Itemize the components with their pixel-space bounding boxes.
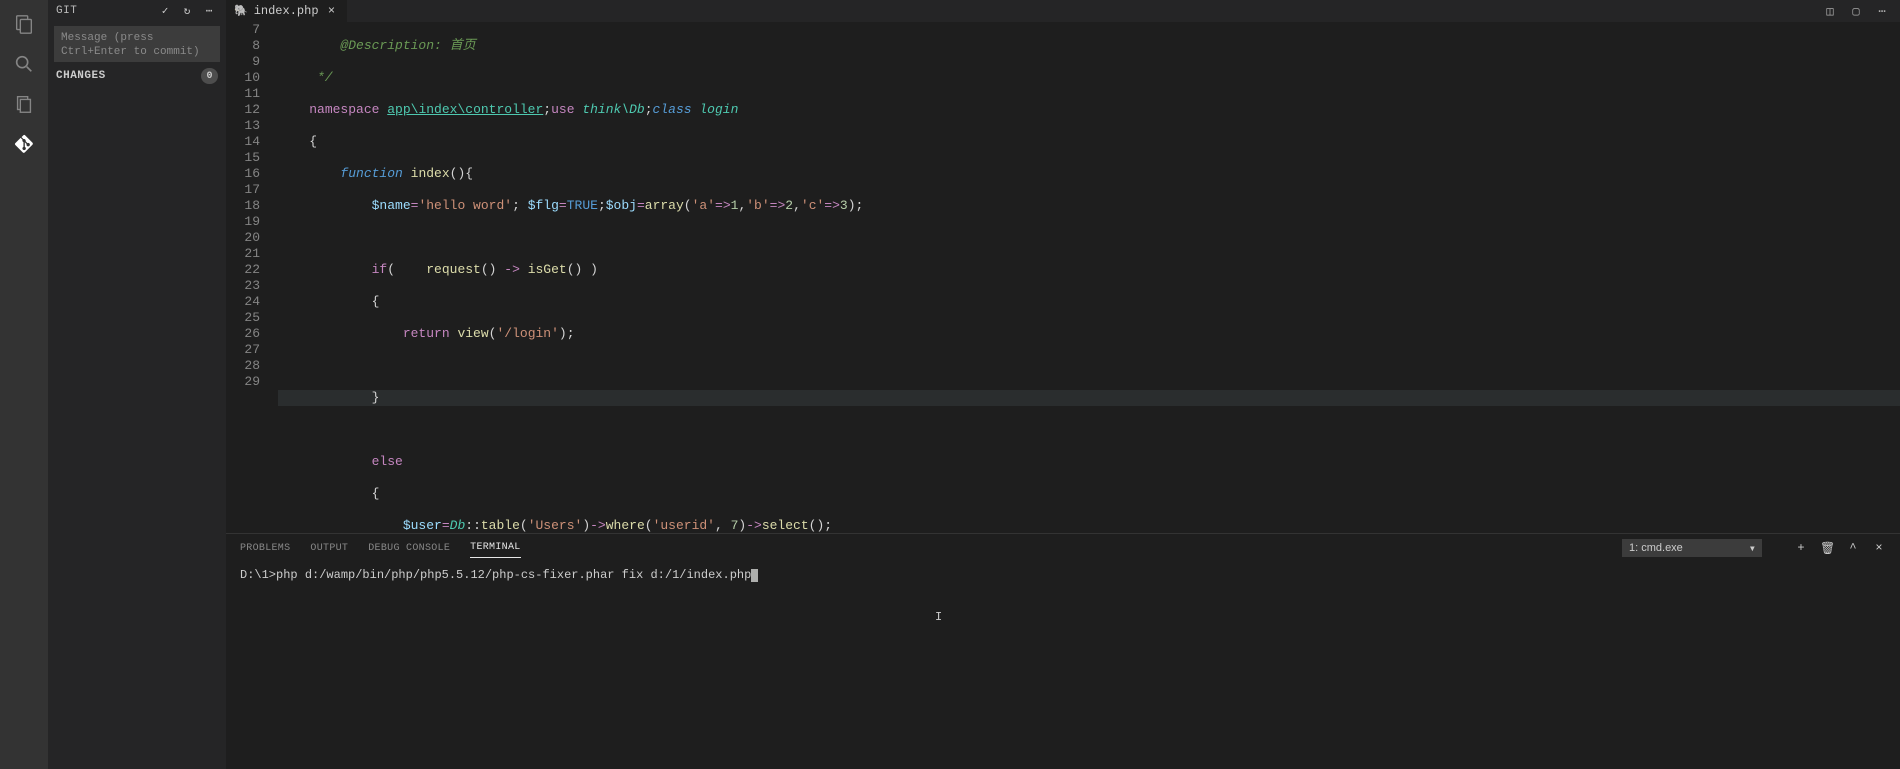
more-icon[interactable]: ⋯ (200, 2, 218, 20)
toggle-panel-icon[interactable]: ▢ (1848, 3, 1864, 19)
panel-tabbar: PROBLEMS OUTPUT DEBUG CONSOLE TERMINAL 1… (226, 534, 1900, 562)
editor-more-icon[interactable]: ⋯ (1874, 3, 1890, 19)
activity-docs-icon[interactable] (0, 84, 48, 124)
editor-tabs: 🐘 index.php × ◫ ▢ ⋯ (226, 0, 1900, 22)
close-icon[interactable]: × (325, 4, 339, 18)
tab-output[interactable]: OUTPUT (310, 539, 348, 558)
split-editor-icon[interactable]: ◫ (1822, 3, 1838, 19)
commit-message-input[interactable]: Message (press Ctrl+Enter to commit) (54, 26, 220, 62)
changes-section-header[interactable]: CHANGES 0 (48, 66, 226, 86)
new-terminal-icon[interactable]: + (1794, 541, 1808, 556)
editor-title-actions: ◫ ▢ ⋯ (1822, 3, 1900, 19)
tab-problems[interactable]: PROBLEMS (240, 539, 290, 558)
commit-check-icon[interactable]: ✓ (156, 2, 174, 20)
activity-git-icon[interactable] (0, 124, 48, 164)
code-content[interactable]: @Description: 首页 */ namespace app\index\… (278, 22, 1900, 533)
git-sidebar: GIT ✓ ↻ ⋯ Message (press Ctrl+Enter to c… (48, 0, 226, 769)
changes-label: CHANGES (56, 70, 201, 82)
tab-debug-console[interactable]: DEBUG CONSOLE (368, 539, 450, 558)
refresh-icon[interactable]: ↻ (178, 2, 196, 20)
activity-search-icon[interactable] (0, 44, 48, 84)
maximize-panel-icon[interactable]: ^ (1846, 541, 1860, 556)
terminal-line: D:\1>php d:/wamp/bin/php/php5.5.12/php-c… (240, 568, 751, 582)
terminal-selector[interactable]: 1: cmd.exe (1622, 539, 1762, 557)
bottom-panel: PROBLEMS OUTPUT DEBUG CONSOLE TERMINAL 1… (226, 533, 1900, 769)
tab-index-php[interactable]: 🐘 index.php × (226, 0, 348, 22)
activity-explorer-icon[interactable] (0, 4, 48, 44)
terminal[interactable]: D:\1>php d:/wamp/bin/php/php5.5.12/php-c… (226, 562, 1900, 769)
text-caret-icon: I (935, 610, 936, 624)
tab-terminal[interactable]: TERMINAL (470, 538, 520, 558)
code-editor[interactable]: 7891011121314151617181920212223242526272… (226, 22, 1900, 533)
line-number-gutter: 7891011121314151617181920212223242526272… (226, 22, 278, 533)
sidebar-header: GIT ✓ ↻ ⋯ (48, 0, 226, 22)
changes-count-badge: 0 (201, 68, 218, 84)
php-file-icon: 🐘 (234, 4, 248, 18)
terminal-cursor (751, 569, 758, 582)
kill-terminal-icon[interactable]: 🗑 (1820, 541, 1834, 556)
close-panel-icon[interactable]: × (1872, 541, 1886, 556)
sidebar-title: GIT (56, 5, 152, 17)
activity-bar (0, 0, 48, 769)
tab-filename: index.php (254, 4, 319, 18)
main-area: 🐘 index.php × ◫ ▢ ⋯ 78910111213141516171… (226, 0, 1900, 769)
